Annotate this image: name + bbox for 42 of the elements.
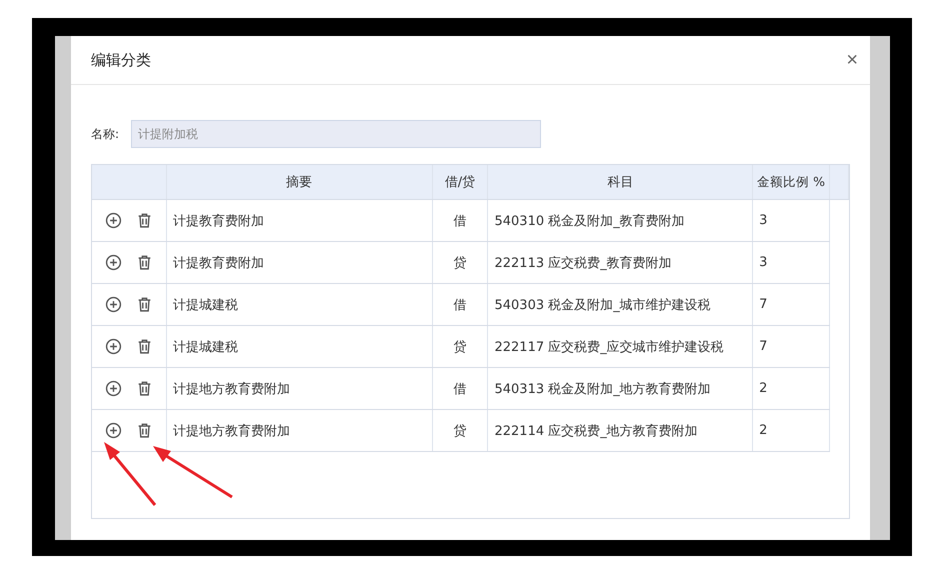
column-header: 摘要 bbox=[166, 165, 433, 199]
add-icon[interactable] bbox=[105, 380, 122, 397]
table-cell: 借 bbox=[432, 368, 488, 409]
table-cell: 540303 税金及附加_城市维护建设税 bbox=[488, 284, 754, 325]
table-cell: 借 bbox=[432, 200, 488, 241]
column-header: 科目 bbox=[488, 165, 754, 199]
close-button[interactable]: × bbox=[842, 50, 862, 70]
delete-icon[interactable] bbox=[136, 254, 153, 271]
delete-icon[interactable] bbox=[136, 212, 153, 229]
table-cell: 借 bbox=[432, 284, 488, 325]
dialog-title: 编辑分类 bbox=[91, 50, 151, 70]
table-cell: 7 bbox=[753, 284, 830, 325]
add-icon[interactable] bbox=[105, 254, 122, 271]
table-cell: 计提教育费附加 bbox=[166, 242, 433, 283]
add-icon[interactable] bbox=[105, 296, 122, 313]
add-icon[interactable] bbox=[105, 422, 122, 439]
table-cell: 贷 bbox=[432, 326, 488, 367]
delete-icon[interactable] bbox=[136, 422, 153, 439]
name-label: 名称: bbox=[91, 126, 120, 142]
table-cell: 3 bbox=[753, 200, 830, 241]
add-icon[interactable] bbox=[105, 212, 122, 229]
table-cell: 222117 应交税费_应交城市维护建设税 bbox=[488, 326, 754, 367]
delete-icon[interactable] bbox=[136, 338, 153, 355]
table-cell: 计提地方教育费附加 bbox=[166, 368, 433, 409]
table-cell: 计提城建税 bbox=[166, 284, 433, 325]
table-cell: 计提城建税 bbox=[166, 326, 433, 367]
table-cell: 贷 bbox=[432, 242, 488, 283]
delete-icon[interactable] bbox=[136, 380, 153, 397]
delete-icon[interactable] bbox=[136, 296, 153, 313]
table-cell: 540313 税金及附加_地方教育费附加 bbox=[488, 368, 754, 409]
table-cell: 540310 税金及附加_教育费附加 bbox=[488, 200, 754, 241]
table-cell: 3 bbox=[753, 242, 830, 283]
table-cell: 2 bbox=[753, 410, 830, 451]
column-header: 借/贷 bbox=[432, 165, 488, 199]
table-cell: 2 bbox=[753, 368, 830, 409]
table-cell: 计提教育费附加 bbox=[166, 200, 433, 241]
table-cell: 贷 bbox=[432, 410, 488, 451]
table-cell: 222113 应交税费_教育费附加 bbox=[488, 242, 754, 283]
add-icon[interactable] bbox=[105, 338, 122, 355]
table-cell: 7 bbox=[753, 326, 830, 367]
column-header: 金额比例 % bbox=[753, 165, 830, 199]
table-cell: 222114 应交税费_地方教育费附加 bbox=[488, 410, 754, 451]
